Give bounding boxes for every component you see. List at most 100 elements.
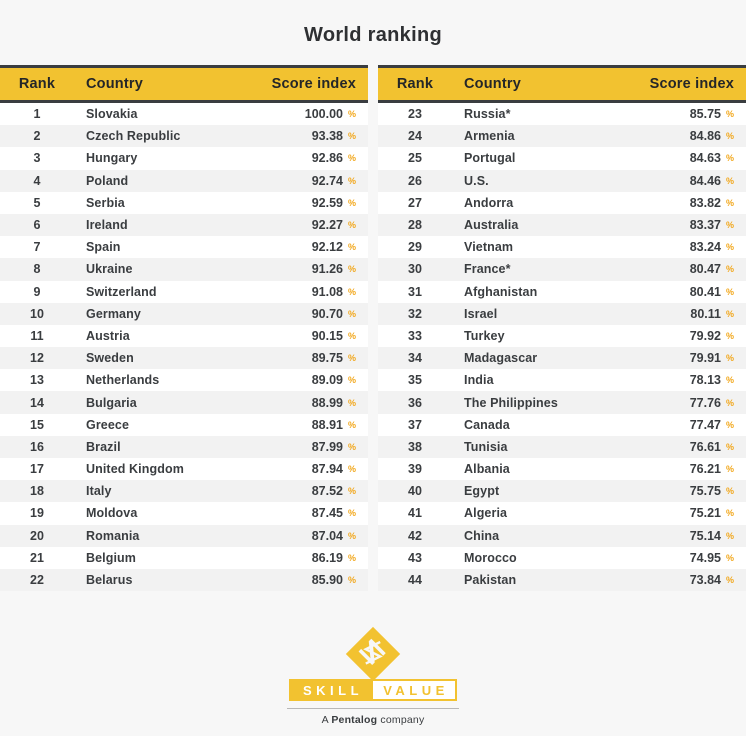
cell-score: 77.47% [630,418,746,432]
percent-icon: % [347,153,356,164]
cell-score: 100.00% [252,107,368,121]
table-row: 37 Canada 77.47% [378,413,746,436]
percent-icon: % [725,486,734,497]
score-value: 83.24 [689,240,721,255]
score-value: 80.11 [690,306,721,321]
score-value: 90.70 [311,306,343,321]
percent-icon: % [725,286,734,297]
cell-country: Sweden [86,351,134,366]
cell-rank: 32 [408,306,422,321]
percent-icon: % [725,330,734,341]
table-row: 16 Brazil 87.99% [0,435,368,458]
cell-country: Belarus [86,573,133,588]
cell-score: 89.09% [252,373,368,387]
percent-icon: % [347,286,356,297]
score-value: 87.45 [311,506,343,521]
table-row: 11 Austria 90.15% [0,324,368,348]
cell-rank: 20 [30,528,44,543]
cell-rank: 27 [408,195,422,210]
world-ranking-page: World ranking Rank Country Score index 1… [0,0,746,736]
cell-score: 79.92% [630,329,746,343]
table-row: 9 Switzerland 91.08% [0,280,368,303]
percent-icon: % [725,175,734,186]
cell-country: Albania [464,462,510,477]
cell-rank: 43 [408,550,422,565]
cell-country: U.S. [464,173,489,188]
score-value: 87.99 [311,439,343,454]
cell-score: 84.46% [630,174,746,188]
cell-country: Afghanistan [464,284,538,299]
cell-country: Moldova [86,506,138,521]
cell-country: Russia* [464,107,511,122]
cell-score: 75.75% [630,484,746,498]
cell-rank: 12 [30,351,44,366]
cell-score: 80.47% [630,262,746,276]
percent-icon: % [725,397,734,408]
percent-icon: % [725,264,734,275]
percent-icon: % [725,308,734,319]
cell-country: Greece [86,417,129,432]
score-value: 79.92 [689,328,721,343]
cell-rank: 41 [408,506,422,521]
percent-icon: % [725,131,734,142]
cell-country: Slovakia [86,107,138,122]
cell-rank: 22 [30,573,44,588]
cell-score: 75.21% [630,506,746,520]
percent-icon: % [725,353,734,364]
table-row: 30 France* 80.47% [378,258,746,281]
percent-icon: % [725,464,734,475]
percent-icon: % [347,109,356,120]
cell-rank: 17 [30,462,44,477]
score-value: 76.61 [689,439,721,454]
cell-country: France* [464,262,511,277]
percent-icon: % [347,264,356,275]
score-value: 77.76 [689,395,721,410]
cell-rank: 35 [408,373,422,388]
table-row: 2 Czech Republic 93.38% [0,125,368,148]
cell-score: 80.41% [630,285,746,299]
percent-icon: % [347,486,356,497]
cell-score: 89.75% [252,351,368,365]
cell-score: 90.15% [252,329,368,343]
cell-score: 87.99% [252,440,368,454]
table-row: 26 U.S. 84.46% [378,169,746,192]
percent-icon: % [347,464,356,475]
cell-country: Poland [86,173,129,188]
cell-rank: 9 [33,284,41,299]
table-row: 39 Albania 76.21% [378,458,746,481]
tagline-suffix: company [377,714,425,726]
table-row: 15 Greece 88.91% [0,413,368,436]
percent-icon: % [347,220,356,231]
score-value: 84.63 [689,151,721,166]
table-row: 4 Poland 92.74% [0,169,368,192]
table-row: 38 Tunisia 76.61% [378,435,746,458]
table-row: 31 Afghanistan 80.41% [378,280,746,303]
logo-divider [287,708,459,709]
cell-country: Bulgaria [86,395,137,410]
cell-score: 80.11% [630,307,746,321]
cell-rank: 21 [30,550,44,565]
percent-icon: % [725,375,734,386]
score-value: 73.84 [689,573,721,588]
table-row: 25 Portugal 84.63% [378,147,746,170]
score-value: 77.47 [689,417,721,432]
table-row: 40 Egypt 75.75% [378,480,746,503]
table-row: 17 United Kingdom 87.94% [0,458,368,481]
cell-rank: 38 [408,439,422,454]
cell-country: Brazil [86,439,121,454]
cell-country: Serbia [86,195,125,210]
table-row: 20 Romania 87.04% [0,524,368,547]
cell-country: Armenia [464,129,515,144]
cell-rank: 23 [408,107,422,122]
score-value: 75.14 [689,528,721,543]
score-value: 91.08 [311,284,343,299]
cell-score: 92.59% [252,196,368,210]
score-value: 80.47 [689,262,721,277]
table-body-left: 1 Slovakia 100.00% 2 Czech Republic 93.38% 3 Hu… [0,103,368,592]
cell-score: 91.08% [252,285,368,299]
cell-score: 73.84% [630,573,746,587]
skillvalue-diamond-icon [343,624,403,684]
table-row: 41 Algeria 75.21% [378,502,746,525]
cell-rank: 37 [408,417,422,432]
cell-rank: 14 [30,395,44,410]
